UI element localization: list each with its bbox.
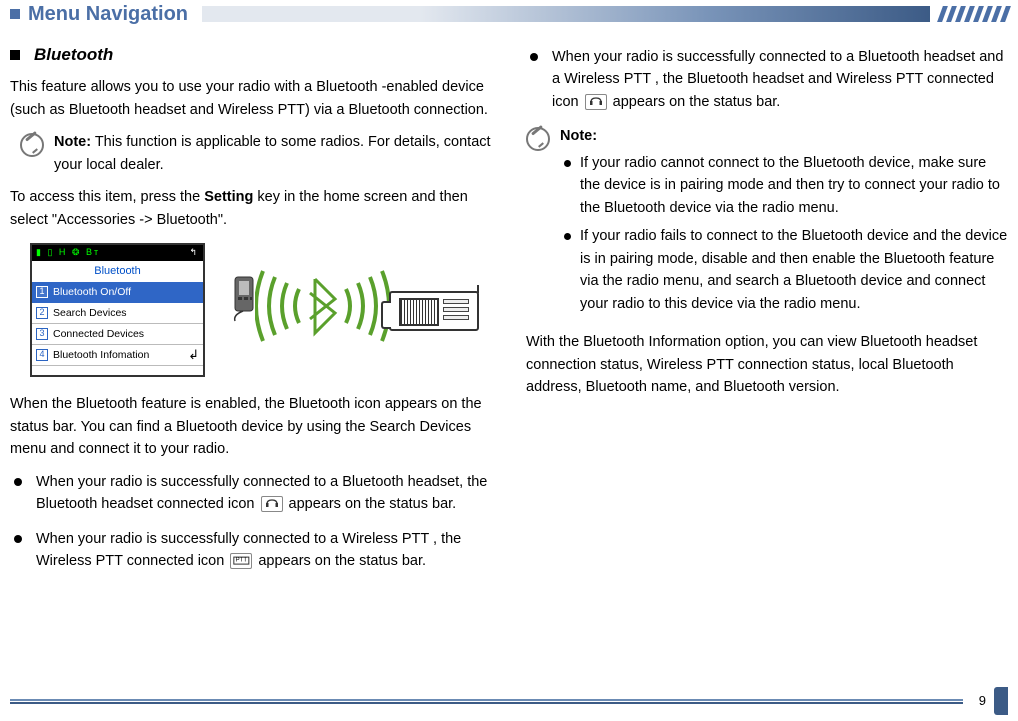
page-header: Menu Navigation: [10, 0, 1008, 28]
bluetooth-illustration: [229, 255, 479, 365]
headset-connected-icon: [585, 94, 607, 110]
note-block-right: Note: If your radio cannot connect to th…: [526, 125, 1008, 321]
radio-device-icon: [389, 291, 479, 331]
note-text: Note: This function is applicable to som…: [54, 131, 492, 176]
note-label: Note:: [54, 134, 91, 150]
screenshot-statusbar: ▮ ▯ H ❂ Bᴛ ↰: [32, 245, 203, 261]
footer-line: [10, 699, 963, 704]
header-square-icon: [10, 9, 20, 19]
note-bullet-list: If your radio cannot connect to the Blue…: [560, 152, 1008, 315]
list-item: When your radio is successfully connecte…: [10, 528, 492, 573]
info-paragraph: With the Bluetooth Information option, y…: [526, 331, 1008, 398]
note-block: Note: This function is applicable to som…: [20, 131, 492, 176]
menu-row: 3 Connected Devices: [32, 324, 203, 345]
enabled-paragraph: When the Bluetooth feature is enabled, t…: [10, 393, 492, 460]
header-gradient-bar: [202, 6, 930, 22]
right-bullet-list: When your radio is successfully connecte…: [526, 46, 1008, 113]
page-title: Menu Navigation: [28, 0, 188, 30]
page-number: 9: [973, 691, 992, 711]
list-item: When your radio is successfully connecte…: [526, 46, 1008, 113]
access-paragraph: To access this item, press the Setting k…: [10, 186, 492, 231]
menu-row: 4 Bluetooth Infomation ↲: [32, 345, 203, 366]
section-square-icon: [10, 50, 20, 60]
menu-row-number: 1: [36, 286, 48, 298]
bullet-text-post: appears on the status bar.: [254, 553, 426, 569]
menu-row-number: 2: [36, 307, 48, 319]
menu-row-label: Bluetooth Infomation: [53, 347, 149, 363]
right-column: When your radio is successfully connecte…: [526, 42, 1008, 584]
statusbar-left: ▮ ▯ H ❂ Bᴛ: [36, 246, 100, 260]
access-pre: To access this item, press the: [10, 189, 204, 205]
intro-paragraph: This feature allows you to use your radi…: [10, 76, 492, 121]
note-list-item: If your radio fails to connect to the Bl…: [560, 225, 1008, 315]
left-bullet-list: When your radio is successfully connecte…: [10, 471, 492, 573]
note-icon: [526, 127, 550, 151]
list-item: When your radio is successfully connecte…: [10, 471, 492, 516]
ptt-connected-icon: [230, 553, 252, 569]
radio-menu-screenshot: ▮ ▯ H ❂ Bᴛ ↰ Bluetooth 1 Bluetooth On/Off…: [30, 243, 205, 377]
menu-row-label: Connected Devices: [53, 326, 144, 342]
note-body-text: This function is applicable to some radi…: [54, 134, 491, 172]
footer-tab: [994, 687, 1008, 715]
screenshot-title: Bluetooth: [32, 261, 203, 282]
page-footer: 9: [10, 687, 1008, 715]
menu-row-number: 4: [36, 349, 48, 361]
bullet-text-post: appears on the status bar.: [285, 496, 457, 512]
menu-row-label: Search Devices: [53, 305, 127, 321]
note-label: Note:: [560, 128, 597, 144]
left-column: Bluetooth This feature allows you to use…: [10, 42, 492, 584]
headset-connected-icon: [261, 496, 283, 512]
section-heading: Bluetooth: [10, 42, 492, 68]
return-icon: ↲: [188, 345, 199, 365]
statusbar-right: ↰: [189, 246, 199, 260]
note-icon: [20, 133, 44, 157]
note-list-item: If your radio cannot connect to the Blue…: [560, 152, 1008, 219]
signal-waves-icon: [255, 261, 390, 351]
header-stripes-icon: [940, 6, 1008, 22]
menu-row: 2 Search Devices: [32, 303, 203, 324]
bullet-text-post: appears on the status bar.: [609, 94, 781, 110]
access-key: Setting: [204, 189, 253, 205]
section-title: Bluetooth: [34, 42, 113, 68]
figure-row: ▮ ▯ H ❂ Bᴛ ↰ Bluetooth 1 Bluetooth On/Off…: [30, 243, 492, 377]
menu-row-label: Bluetooth On/Off: [53, 284, 131, 300]
menu-row-number: 3: [36, 328, 48, 340]
menu-row: 1 Bluetooth On/Off: [32, 282, 203, 303]
